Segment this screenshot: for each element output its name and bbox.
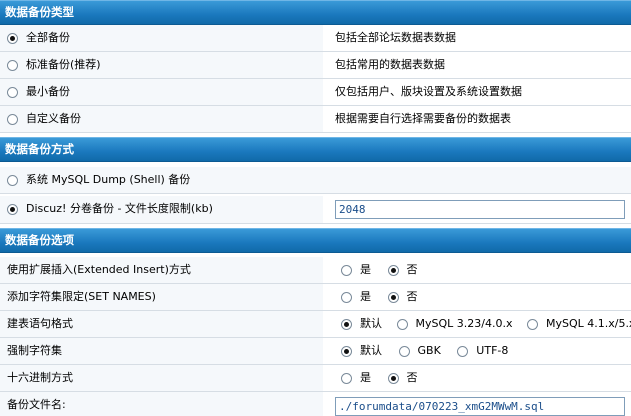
section-title: 数据备份类型 [5,5,74,19]
choice-label: 默认 [360,344,382,357]
backup-type-row-minimal: 最小备份 仅包括用户、版块设置及系统设置数据 [0,79,631,106]
radio-standard-backup[interactable] [7,59,18,71]
method-row-discuz: Discuz! 分卷备份 - 文件长度限制(kb) 2048 [0,196,631,224]
option-description: 根据需要自行选择需要备份的数据表 [323,106,631,132]
option-label: 建表语句格式 [7,317,73,330]
option-label: 强制字符集 [7,344,62,357]
radio-extended-insert-no[interactable] [387,264,399,276]
option-label: 备份文件名: [7,398,66,411]
choice-label: 默认 [360,317,382,330]
choice-label: MySQL 4.1.x/5.x [545,317,631,330]
option-label: 十六进制方式 [7,371,73,384]
radio-hex-yes[interactable] [341,372,352,384]
backup-type-row-full: 全部备份 包括全部论坛数据表数据 [0,25,631,52]
radio-full-backup[interactable] [7,32,18,44]
option-row-table-format: 建表语句格式 默认 MySQL 3.23/4.0.x MySQL 4.1.x/5… [0,311,631,338]
section-header-backup-type: 数据备份类型 [0,0,631,25]
radio-minimal-backup[interactable] [7,86,18,98]
yes-label: 是 [360,290,371,303]
radio-set-names-no[interactable] [387,291,399,303]
backup-type-row-standard: 标准备份(推荐) 包括常用的数据表数据 [0,52,631,79]
radio-custom-backup[interactable] [7,113,18,125]
option-row-hex: 十六进制方式 是 否 [0,365,631,392]
section-header-backup-options: 数据备份选项 [0,228,631,253]
option-row-charset: 强制字符集 默认 GBK UTF-8 [0,338,631,365]
option-label: 最小备份 [26,85,70,98]
radio-charset-utf8[interactable] [457,345,469,357]
option-label: 使用扩展插入(Extended Insert)方式 [7,263,191,276]
option-row-extended-insert: 使用扩展插入(Extended Insert)方式 是 否 [0,257,631,284]
backup-filename-input[interactable]: ./forumdata/070223_xmG2MWwM.sql [335,397,625,416]
section-header-backup-method: 数据备份方式 [0,137,631,162]
radio-charset-default[interactable] [341,345,352,357]
no-label: 否 [406,371,418,384]
option-label: 全部备份 [26,31,70,44]
choice-label: UTF-8 [476,344,509,357]
option-label: Discuz! 分卷备份 - 文件长度限制(kb) [26,202,213,215]
method-row-mysqldump: 系统 MySQL Dump (Shell) 备份 [0,167,631,194]
option-label: 标准备份(推荐) [26,58,101,71]
option-row-filename: 备份文件名: ./forumdata/070223_xmG2MWwM.sql [0,392,631,416]
option-row-set-names: 添加字符集限定(SET NAMES) 是 否 [0,284,631,311]
radio-table-format-mysql323[interactable] [396,318,408,330]
radio-table-format-mysql41[interactable] [526,318,538,330]
option-description: 包括全部论坛数据表数据 [323,25,631,51]
option-label: 添加字符集限定(SET NAMES) [7,290,156,303]
radio-hex-no[interactable] [387,372,399,384]
volume-size-input[interactable]: 2048 [335,200,625,219]
radio-mysqldump[interactable] [7,174,18,186]
option-label: 系统 MySQL Dump (Shell) 备份 [26,173,191,186]
option-description: 包括常用的数据表数据 [323,52,631,78]
section-title: 数据备份方式 [5,142,74,156]
radio-charset-gbk[interactable] [398,345,410,357]
section-title: 数据备份选项 [5,233,74,247]
option-description: 仅包括用户、版块设置及系统设置数据 [323,79,631,105]
radio-extended-insert-yes[interactable] [341,264,352,276]
radio-discuz-volume[interactable] [7,203,18,215]
radio-table-format-default[interactable] [341,318,352,330]
choice-label: MySQL 3.23/4.0.x [415,317,513,330]
radio-set-names-yes[interactable] [341,291,352,303]
no-label: 否 [406,263,418,276]
backup-type-row-custom: 自定义备份 根据需要自行选择需要备份的数据表 [0,106,631,133]
yes-label: 是 [360,371,371,384]
choice-label: GBK [417,344,441,357]
no-label: 否 [406,290,418,303]
option-label: 自定义备份 [26,112,81,125]
yes-label: 是 [360,263,371,276]
